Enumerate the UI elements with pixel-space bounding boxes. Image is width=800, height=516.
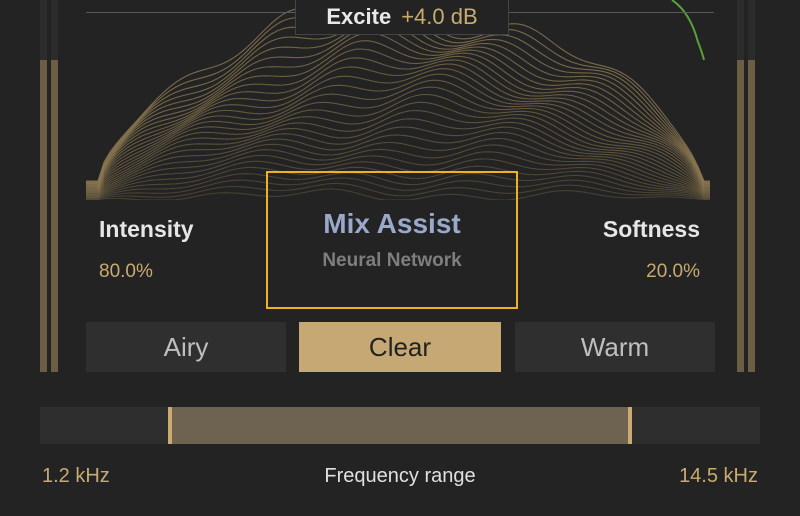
excite-value: +4.0 dB: [401, 4, 478, 29]
frequency-high-handle[interactable]: [628, 407, 633, 444]
header-rule-right: [507, 12, 714, 13]
preset-airy-button[interactable]: Airy: [86, 322, 286, 372]
spectrum-wave: [86, 40, 710, 187]
softness-label: Softness: [602, 216, 700, 242]
left-level-meter: [40, 0, 62, 372]
intensity-value: 80.0%: [99, 261, 153, 282]
frequency-low-handle[interactable]: [167, 407, 172, 444]
spectrum-peak-highlight: [671, 0, 705, 61]
intensity-label: Intensity: [99, 216, 194, 242]
mix-assist-subtitle: Neural Network: [322, 250, 462, 271]
intensity-control[interactable]: Intensity 80.0%: [99, 216, 194, 283]
header-rule-left: [86, 12, 295, 13]
softness-control[interactable]: Softness 20.0%: [603, 216, 700, 283]
spectrum-wave: [86, 14, 710, 184]
frequency-range-selection[interactable]: [169, 407, 631, 444]
frequency-high-value: 14.5 kHz: [679, 465, 758, 487]
mix-assist-title: Mix Assist: [323, 208, 461, 239]
right-level-meter: [737, 0, 759, 372]
preset-clear-button[interactable]: Clear: [299, 322, 501, 372]
preset-warm-button[interactable]: Warm: [515, 322, 715, 372]
excite-label: Excite: [326, 4, 392, 29]
excite-gain-readout[interactable]: Excite +4.0 dB: [295, 0, 509, 35]
mix-assist-button[interactable]: Mix Assist Neural Network: [266, 171, 518, 309]
softness-value: 20.0%: [646, 261, 700, 282]
frequency-range-slider[interactable]: [40, 407, 760, 444]
